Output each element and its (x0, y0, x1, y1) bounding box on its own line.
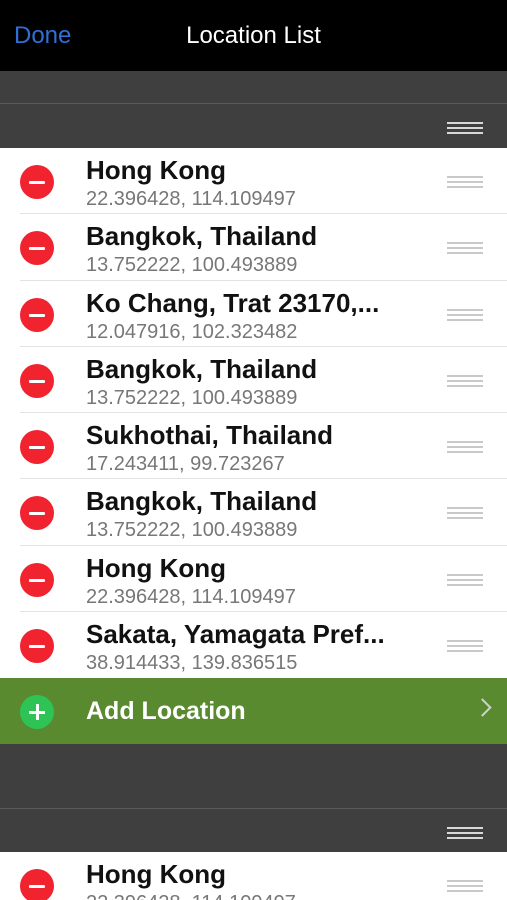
add-icon (20, 695, 54, 729)
location-list: Hong Kong 22.396428, 114.109497 (0, 852, 507, 900)
location-name: Ko Chang, Trat 23170,... (86, 287, 380, 318)
location-list: Hong Kong 22.396428, 114.109497 Bangkok,… (0, 148, 507, 679)
add-location-button[interactable]: Add Location (0, 678, 507, 744)
reorder-handle-icon[interactable] (447, 441, 483, 456)
navigation-bar: Done Location List (0, 0, 507, 71)
delete-icon[interactable] (20, 297, 54, 332)
location-coordinates: 38.914433, 139.836515 (86, 652, 298, 675)
section-reorder-icon[interactable] (447, 122, 483, 137)
delete-icon[interactable] (20, 430, 54, 465)
location-name: Sakata, Yamagata Pref... (86, 619, 385, 650)
location-coordinates: 12.047916, 102.323482 (86, 320, 298, 343)
list-item[interactable]: Hong Kong 22.396428, 114.109497 (0, 545, 507, 613)
location-name: Hong Kong (86, 155, 227, 185)
add-location-label: Add Location (86, 697, 246, 725)
location-coordinates: 13.752222, 100.493889 (86, 254, 298, 277)
location-coordinates: 17.243411, 99.723267 (86, 453, 285, 476)
list-item[interactable]: Sukhothai, Thailand 17.243411, 99.723267 (0, 413, 507, 480)
list-item[interactable]: Bangkok, Thailand 13.752222, 100.493889 (0, 346, 507, 414)
reorder-handle-icon[interactable] (447, 374, 483, 390)
page-title: Location List (186, 22, 321, 49)
section-reorder-icon[interactable] (447, 827, 483, 842)
reorder-handle-icon[interactable] (447, 573, 483, 589)
location-coordinates: 22.396428, 114.109497 (86, 892, 296, 900)
list-item[interactable]: Bangkok, Thailand 13.752222, 100.493889 (0, 479, 507, 547)
location-name: Hong Kong (86, 859, 227, 889)
location-name: Hong Kong (86, 552, 227, 583)
reorder-handle-icon[interactable] (447, 242, 483, 257)
delete-icon[interactable] (20, 496, 54, 531)
reorder-handle-icon[interactable] (447, 308, 483, 324)
list-item[interactable]: Bangkok, Thailand 13.752222, 100.493889 (0, 214, 507, 281)
location-coordinates: 13.752222, 100.493889 (86, 386, 298, 409)
location-coordinates: 22.396428, 114.109497 (86, 585, 296, 608)
location-name: Bangkok, Thailand (86, 221, 318, 252)
location-name: Bangkok, Thailand (86, 486, 318, 517)
section-header (0, 808, 507, 853)
delete-icon[interactable] (20, 165, 54, 199)
delete-icon[interactable] (20, 363, 54, 398)
delete-icon[interactable] (20, 629, 54, 664)
list-item[interactable]: Hong Kong 22.396428, 114.109497 (0, 148, 507, 215)
reorder-handle-icon[interactable] (447, 507, 483, 522)
section-header (0, 103, 507, 148)
section-spacer (0, 744, 507, 808)
location-name: Bangkok, Thailand (86, 353, 318, 384)
delete-icon[interactable] (20, 231, 54, 266)
list-item[interactable]: Ko Chang, Trat 23170,... 12.047916, 102.… (0, 280, 507, 348)
location-coordinates: 22.396428, 114.109497 (86, 188, 296, 210)
reorder-handle-icon[interactable] (447, 176, 483, 191)
delete-icon[interactable] (20, 562, 54, 597)
reorder-handle-icon[interactable] (447, 640, 483, 655)
list-item[interactable]: Hong Kong 22.396428, 114.109497 (0, 852, 507, 900)
location-name: Sukhothai, Thailand (86, 420, 334, 451)
chevron-right-icon (473, 698, 492, 717)
location-coordinates: 13.752222, 100.493889 (86, 519, 298, 542)
reorder-handle-icon[interactable] (447, 880, 483, 895)
list-item[interactable]: Sakata, Yamagata Pref... 38.914433, 139.… (0, 612, 507, 679)
delete-icon[interactable] (20, 869, 54, 900)
section-spacer (0, 71, 507, 103)
